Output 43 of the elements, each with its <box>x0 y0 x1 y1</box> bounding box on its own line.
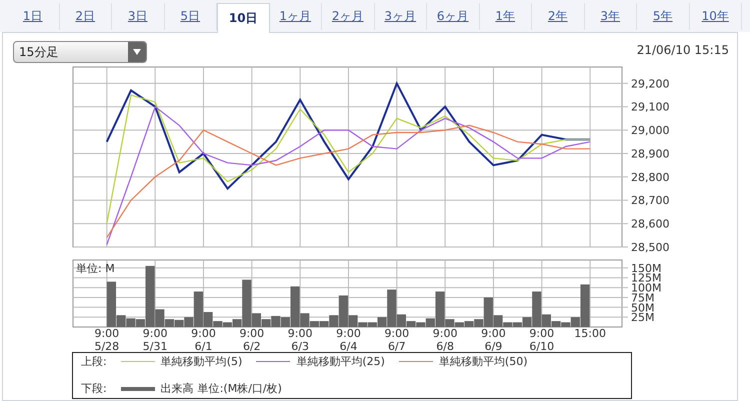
period-tab[interactable]: 5年 <box>637 3 690 30</box>
axis-label: 28,900 <box>631 148 670 160</box>
axis-label: 28,700 <box>631 194 670 208</box>
legend-unit: 単位:(M株/口/枚) <box>198 381 282 396</box>
period-tab[interactable]: 10日 <box>217 3 270 33</box>
period-tab[interactable]: 6ヶ月 <box>427 3 480 30</box>
period-tab[interactable]: 2ヶ月 <box>322 3 374 30</box>
axis-label: 15:00 <box>574 327 606 340</box>
legend-label: 単純移動平均(25) <box>296 354 385 369</box>
axis-label: 9:00 6/7 <box>384 327 410 352</box>
axis-label: 9:00 6/2 <box>239 327 264 352</box>
axis-label: 28,800 <box>631 170 670 184</box>
legend-heading: 上段: <box>81 354 107 369</box>
axis-label: 9:00 6/3 <box>288 327 312 352</box>
period-tab[interactable]: 10年 <box>690 3 742 30</box>
period-tab[interactable]: 1年 <box>480 3 532 30</box>
axis-label: 9:00 5/28 <box>94 327 120 352</box>
axis-label: 9:00 6/10 <box>529 327 554 352</box>
period-tab[interactable]: 3日 <box>112 3 164 30</box>
axis-label: 29,200 <box>631 77 670 90</box>
interval-dropdown[interactable]: 15分足 <box>13 41 147 63</box>
legend-label: 出来高 <box>160 381 194 396</box>
axis-label: 9:00 6/1 <box>191 327 216 352</box>
axis-label: 9:00 5/31 <box>142 327 168 352</box>
legend-label: 単純移動平均(50) <box>438 354 528 369</box>
period-tab[interactable]: 3年 <box>584 3 637 30</box>
legend-label: 単純移動平均(5) <box>160 354 242 369</box>
timestamp: 21/06/10 15:15 <box>636 42 729 59</box>
period-tab[interactable]: 1日 <box>7 3 60 30</box>
period-tab[interactable]: 1ヶ月 <box>270 3 322 30</box>
axis-label: 9:00 6/4 <box>336 327 361 352</box>
axis-label: 9:00 6/9 <box>481 327 506 352</box>
period-tab[interactable]: 2日 <box>60 3 112 30</box>
period-tab[interactable]: 2年 <box>532 3 584 30</box>
axis-label: 29,000 <box>631 124 670 138</box>
legend-heading: 下段: <box>81 381 107 396</box>
axis-label: 29,100 <box>631 100 670 114</box>
unit-label: 単位: M <box>76 262 115 275</box>
axis-label: 28,600 <box>631 218 670 231</box>
caret-icon <box>133 49 141 55</box>
axis-label: 9:00 6/8 <box>432 327 458 352</box>
axis-label: 28,500 <box>631 241 670 254</box>
period-tab[interactable]: 3ヶ月 <box>374 3 427 30</box>
